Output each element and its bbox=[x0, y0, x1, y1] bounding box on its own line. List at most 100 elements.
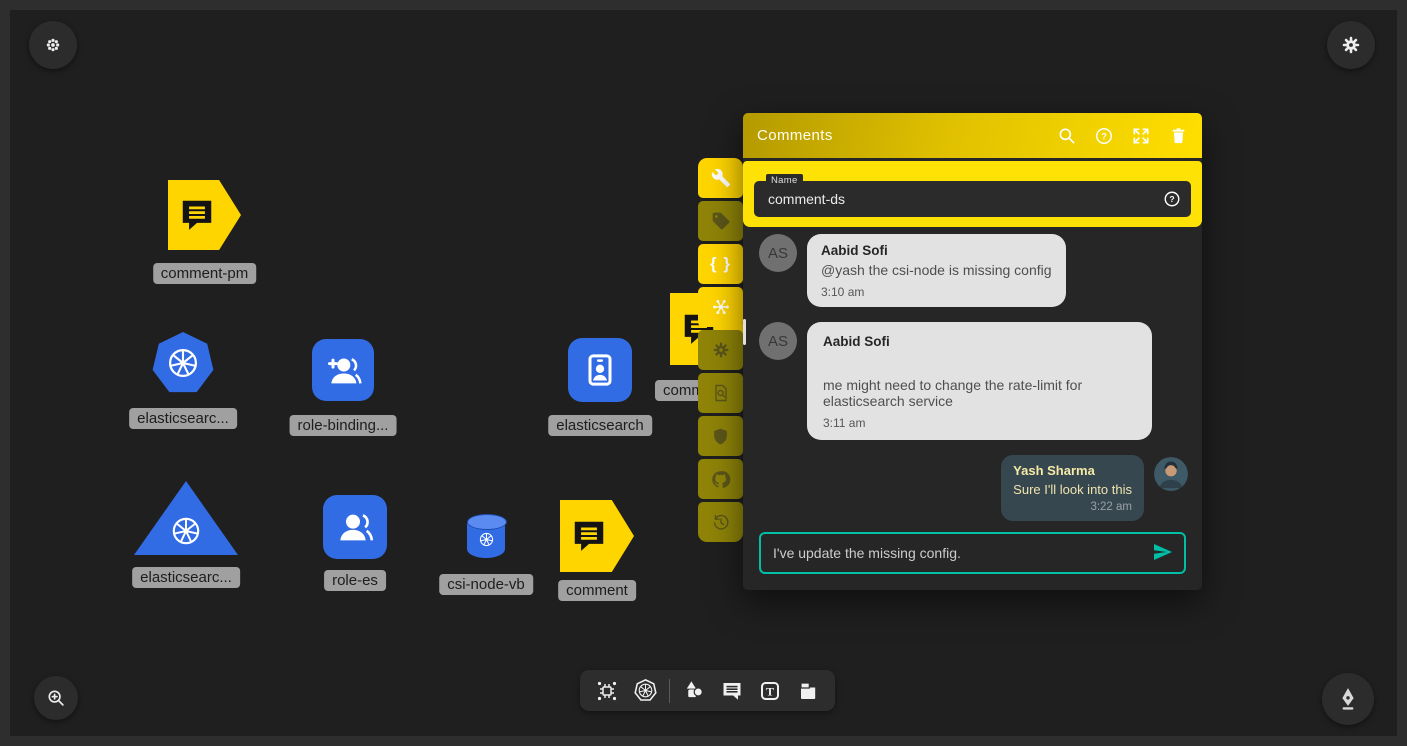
canvas-node-comment[interactable]: comment bbox=[560, 500, 634, 572]
canvas-node-role-es[interactable]: role-es bbox=[323, 495, 387, 559]
avatar-photo bbox=[1154, 457, 1188, 491]
name-input[interactable] bbox=[754, 191, 1191, 207]
pen-nib-icon bbox=[1335, 686, 1361, 712]
zoom-button[interactable] bbox=[34, 676, 78, 720]
tag-tool-button[interactable] bbox=[698, 201, 743, 241]
kubernetes-icon bbox=[633, 678, 658, 703]
configure-tool-button[interactable] bbox=[698, 158, 743, 198]
svg-text:?: ? bbox=[1101, 131, 1107, 141]
svg-text:T: T bbox=[766, 684, 774, 698]
trash-icon bbox=[1169, 126, 1188, 145]
message-row: AS Aabid Sofi @yash the csi-node is miss… bbox=[743, 234, 1202, 307]
user-photo bbox=[1154, 457, 1188, 491]
text-tool-icon: T bbox=[758, 679, 782, 703]
settings-tool-button[interactable] bbox=[698, 330, 743, 370]
history-icon bbox=[711, 512, 731, 532]
message-list[interactable]: AS Aabid Sofi @yash the csi-node is miss… bbox=[743, 227, 1202, 590]
canvas-node-elasticsearch-octagon[interactable]: elasticsearc... bbox=[152, 332, 214, 394]
github-icon bbox=[710, 469, 731, 490]
security-tool-button[interactable] bbox=[698, 416, 743, 456]
message-text: Sure I'll look into this bbox=[1013, 482, 1132, 497]
node-label: elasticsearc... bbox=[132, 567, 240, 588]
shapes-tool-button[interactable] bbox=[675, 670, 713, 711]
node-label: role-es bbox=[324, 570, 386, 591]
comment-composer bbox=[759, 532, 1186, 574]
message-author: Aabid Sofi bbox=[823, 334, 1136, 349]
pen-tool-button[interactable] bbox=[1322, 673, 1374, 725]
comment-bubble-icon bbox=[178, 196, 216, 234]
message-row: Yash Sharma Sure I'll look into this 3:2… bbox=[743, 455, 1202, 521]
canvas-node-role-binding[interactable]: role-binding... bbox=[312, 339, 374, 401]
message-bubble: Aabid Sofi me might need to change the r… bbox=[807, 322, 1152, 440]
expand-button[interactable] bbox=[1131, 126, 1151, 146]
settings-button[interactable] bbox=[1327, 21, 1375, 69]
text-tool-button[interactable]: T bbox=[751, 670, 789, 711]
zoom-in-icon bbox=[45, 687, 67, 709]
delete-button[interactable] bbox=[1168, 126, 1188, 146]
message-bubble: Yash Sharma Sure I'll look into this 3:2… bbox=[1001, 455, 1144, 521]
component-graph-tool-button[interactable] bbox=[588, 670, 626, 711]
json-tool-button[interactable]: { } bbox=[698, 244, 743, 284]
github-tool-button[interactable] bbox=[698, 459, 743, 499]
help-button[interactable]: ? bbox=[1094, 126, 1114, 146]
expand-icon bbox=[1131, 126, 1151, 146]
search-button[interactable] bbox=[1057, 126, 1077, 146]
node-action-toolbar: { } bbox=[698, 158, 743, 545]
name-field-section: Name ? bbox=[743, 161, 1202, 227]
inspect-config-button[interactable] bbox=[698, 373, 743, 413]
panel-title: Comments bbox=[757, 127, 1057, 144]
app-window: comment-pm elasticsearc... role-binding.… bbox=[0, 0, 1407, 746]
message-bubble: Aabid Sofi @yash the csi-node is missing… bbox=[807, 234, 1066, 307]
comment-shape bbox=[560, 500, 634, 572]
gear-icon bbox=[1340, 34, 1362, 56]
braces-icon: { } bbox=[710, 254, 731, 274]
send-button[interactable] bbox=[1150, 538, 1184, 568]
message-time: 3:10 am bbox=[821, 285, 1052, 299]
node-label: comment bbox=[558, 580, 636, 601]
canvas-node-elasticsearch[interactable]: elasticsearch bbox=[568, 338, 632, 402]
message-row: AS Aabid Sofi me might need to change th… bbox=[743, 322, 1202, 440]
history-tool-button[interactable] bbox=[698, 502, 743, 542]
doc-search-icon bbox=[711, 383, 731, 403]
kubernetes-triangle-shape bbox=[134, 481, 238, 555]
comment-tool-button[interactable] bbox=[713, 670, 751, 711]
name-help-button[interactable]: ? bbox=[1163, 190, 1181, 208]
help-icon: ? bbox=[1163, 190, 1181, 208]
comments-panel: Comments ? bbox=[743, 113, 1202, 590]
scrollbar-thumb[interactable] bbox=[743, 319, 746, 345]
tag-icon bbox=[711, 211, 731, 231]
comments-panel-header[interactable]: Comments ? bbox=[743, 113, 1202, 158]
kubernetes-octagon-shape bbox=[152, 332, 214, 394]
app-menu-button[interactable] bbox=[29, 21, 77, 69]
comment-input[interactable] bbox=[761, 545, 1150, 561]
kubernetes-tool-button[interactable] bbox=[626, 670, 664, 711]
message-time: 3:11 am bbox=[823, 416, 1136, 430]
comment-bubble-icon bbox=[570, 517, 608, 555]
kubernetes-wheel-icon bbox=[165, 345, 201, 381]
message-time: 3:22 am bbox=[1013, 501, 1132, 513]
shield-icon bbox=[711, 427, 730, 446]
node-label: elasticsearch bbox=[548, 415, 652, 436]
hub-tool-button[interactable] bbox=[698, 287, 743, 327]
message-text: @yash the csi-node is missing config bbox=[821, 262, 1052, 278]
role-binding-shape bbox=[312, 339, 374, 401]
comment-tool-icon bbox=[720, 679, 744, 703]
node-label: csi-node-vb bbox=[439, 574, 533, 595]
search-icon bbox=[1057, 126, 1077, 146]
flower-icon bbox=[43, 35, 63, 55]
service-account-shape bbox=[568, 338, 632, 402]
avatar: AS bbox=[759, 234, 797, 272]
message-author: Aabid Sofi bbox=[821, 243, 1052, 258]
help-icon: ? bbox=[1094, 126, 1114, 146]
canvas-node-elasticsearch-triangle[interactable]: elasticsearc... bbox=[134, 481, 238, 555]
canvas-node-comment-pm[interactable]: comment-pm bbox=[168, 180, 241, 250]
canvas-node-csi-node-vb[interactable]: csi-node-vb bbox=[467, 515, 505, 558]
node-label: elasticsearc... bbox=[129, 408, 237, 429]
shapes-icon bbox=[682, 678, 707, 703]
wrench-icon bbox=[711, 168, 731, 188]
canvas-toolbar: T bbox=[580, 670, 835, 711]
component-graph-icon bbox=[595, 679, 619, 703]
note-tool-icon bbox=[796, 679, 820, 703]
note-tool-button[interactable] bbox=[789, 670, 827, 711]
person-add-icon bbox=[323, 350, 363, 390]
